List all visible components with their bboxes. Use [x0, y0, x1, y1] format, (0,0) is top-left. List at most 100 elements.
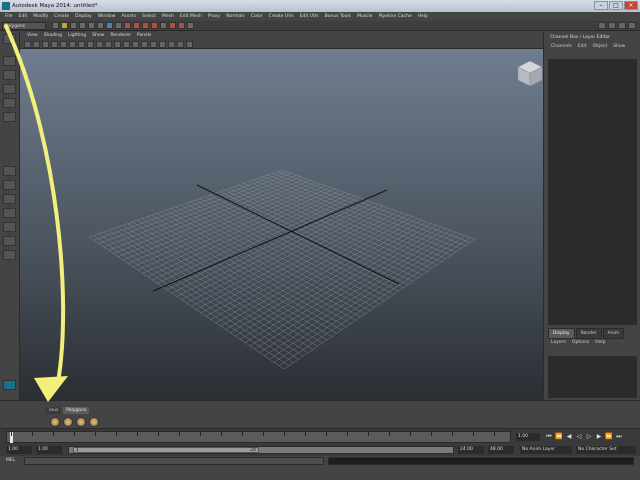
layout-four-icon[interactable]: [3, 180, 16, 190]
menu-display[interactable]: Display: [72, 12, 95, 21]
select-component-icon[interactable]: [97, 22, 104, 29]
select-object-icon[interactable]: [88, 22, 95, 29]
layer-list[interactable]: [548, 356, 637, 398]
wireframe-on-shaded-icon[interactable]: [141, 41, 148, 48]
layer-menu-options[interactable]: Options: [569, 338, 592, 347]
shelf-tab-1[interactable]: ious: [46, 407, 62, 414]
menu-muscle[interactable]: Muscle: [354, 12, 376, 21]
channel-box-menu-object[interactable]: Object: [590, 42, 611, 51]
viewcube-icon[interactable]: [517, 60, 543, 87]
panel-menu-renderer[interactable]: Renderer: [107, 32, 134, 40]
go-to-start-icon[interactable]: ⏮: [545, 433, 553, 441]
lasso-tool-icon[interactable]: [3, 56, 16, 66]
attribute-editor-toggle-icon[interactable]: [628, 22, 636, 29]
menu-window[interactable]: Window: [95, 12, 119, 21]
play-forward-icon[interactable]: ▷: [585, 433, 593, 441]
mask-icon[interactable]: [106, 22, 113, 29]
menu-assets[interactable]: Assets: [118, 12, 139, 21]
wireframe-icon[interactable]: [123, 41, 130, 48]
channel-box-body[interactable]: [548, 59, 637, 325]
use-lights-icon[interactable]: [159, 41, 166, 48]
menu-help[interactable]: Help: [415, 12, 431, 21]
menu-color[interactable]: Color: [248, 12, 266, 21]
rotate-tool-icon[interactable]: [3, 98, 16, 108]
menu-edit-uvs[interactable]: Edit UVs: [297, 12, 322, 21]
select-camera-icon[interactable]: [24, 41, 31, 48]
menu-select[interactable]: Select: [139, 12, 159, 21]
panel-menu-shading[interactable]: Shading: [41, 32, 65, 40]
image-plane-icon[interactable]: [51, 41, 58, 48]
menu-create[interactable]: Create: [51, 12, 72, 21]
step-forward-icon[interactable]: ▶: [595, 433, 603, 441]
panel-menu-show[interactable]: Show: [89, 32, 107, 40]
film-gate-icon[interactable]: [69, 41, 76, 48]
new-scene-icon[interactable]: [52, 22, 59, 29]
snap-plane-icon[interactable]: [151, 22, 158, 29]
textured-icon[interactable]: [150, 41, 157, 48]
scale-tool-icon[interactable]: [3, 112, 16, 122]
panel-menu-panels[interactable]: Panels: [134, 32, 154, 40]
step-forward-key-icon[interactable]: ⏩: [605, 433, 613, 441]
step-back-key-icon[interactable]: ⏪: [555, 433, 563, 441]
snap-point-icon[interactable]: [142, 22, 149, 29]
bookmark-icon[interactable]: [42, 41, 49, 48]
history-icon[interactable]: [160, 22, 167, 29]
anim-layer-selector[interactable]: No Anim Layer: [520, 446, 572, 454]
panel-menu-view[interactable]: View: [24, 32, 41, 40]
command-input[interactable]: [24, 457, 324, 465]
menu-file[interactable]: File: [2, 12, 16, 21]
channel-box-menu-show[interactable]: Show: [610, 42, 628, 51]
gate-mask-icon[interactable]: [87, 41, 94, 48]
save-scene-icon[interactable]: [70, 22, 77, 29]
layout-persp-outliner-icon[interactable]: [3, 222, 16, 232]
safe-action-icon[interactable]: [105, 41, 112, 48]
shadows-icon[interactable]: [168, 41, 175, 48]
render-settings-icon[interactable]: [187, 22, 194, 29]
menu-create-uvs[interactable]: Create UVs: [266, 12, 297, 21]
layer-menu-layers[interactable]: Layers: [548, 338, 569, 347]
step-back-icon[interactable]: ◀: [565, 433, 573, 441]
animation-start-field[interactable]: 1.00: [6, 446, 32, 454]
character-set-selector[interactable]: No Character Set: [576, 446, 636, 454]
viewport-3d[interactable]: [20, 49, 543, 400]
playback-start-field[interactable]: 1.00: [36, 446, 62, 454]
playback-end-field[interactable]: 24.00: [458, 446, 484, 454]
animation-end-field[interactable]: 48.00: [488, 446, 514, 454]
menu-edit[interactable]: Edit: [16, 12, 31, 21]
layout-side-by-side-icon[interactable]: [3, 194, 16, 204]
range-thumb[interactable]: 1 24: [73, 447, 259, 453]
menu-modify[interactable]: Modify: [30, 12, 51, 21]
snap-grid-icon[interactable]: [124, 22, 131, 29]
mask-icon-2[interactable]: [115, 22, 122, 29]
field-chart-icon[interactable]: [96, 41, 103, 48]
poly-cylinder-icon[interactable]: [76, 417, 86, 427]
select-hierarchy-icon[interactable]: [79, 22, 86, 29]
close-button[interactable]: ×: [624, 1, 638, 10]
select-tool-icon[interactable]: [3, 34, 16, 44]
menu-set-selector[interactable]: Polygons: [2, 22, 46, 30]
layout-outliner-icon[interactable]: [3, 236, 16, 246]
render-icon[interactable]: [169, 22, 176, 29]
resolution-gate-icon[interactable]: [78, 41, 85, 48]
menu-bonus-tools[interactable]: Bonus Tools: [322, 12, 354, 21]
move-tool-icon[interactable]: [3, 84, 16, 94]
xray-icon[interactable]: [177, 41, 184, 48]
poly-cone-icon[interactable]: [89, 417, 99, 427]
menu-proxy[interactable]: Proxy: [205, 12, 223, 21]
menu-normals[interactable]: Normals: [223, 12, 248, 21]
camera-attributes-icon[interactable]: [33, 41, 40, 48]
play-back-icon[interactable]: ◁: [575, 433, 583, 441]
channel-box-menu-edit[interactable]: Edit: [575, 42, 590, 51]
grid-toggle-icon[interactable]: [60, 41, 67, 48]
poly-sphere-icon[interactable]: [50, 417, 60, 427]
smooth-shade-icon[interactable]: [132, 41, 139, 48]
snap-curve-icon[interactable]: [133, 22, 140, 29]
layout-persp-graph-icon[interactable]: [3, 208, 16, 218]
go-to-end-icon[interactable]: ⏭: [615, 433, 623, 441]
open-scene-icon[interactable]: [61, 22, 68, 29]
panel-menu-lighting[interactable]: Lighting: [65, 32, 89, 40]
menu-mesh[interactable]: Mesh: [159, 12, 177, 21]
command-language-label[interactable]: MEL: [6, 458, 15, 463]
input-field-icon[interactable]: [598, 22, 606, 29]
tool-settings-toggle-icon[interactable]: [618, 22, 626, 29]
